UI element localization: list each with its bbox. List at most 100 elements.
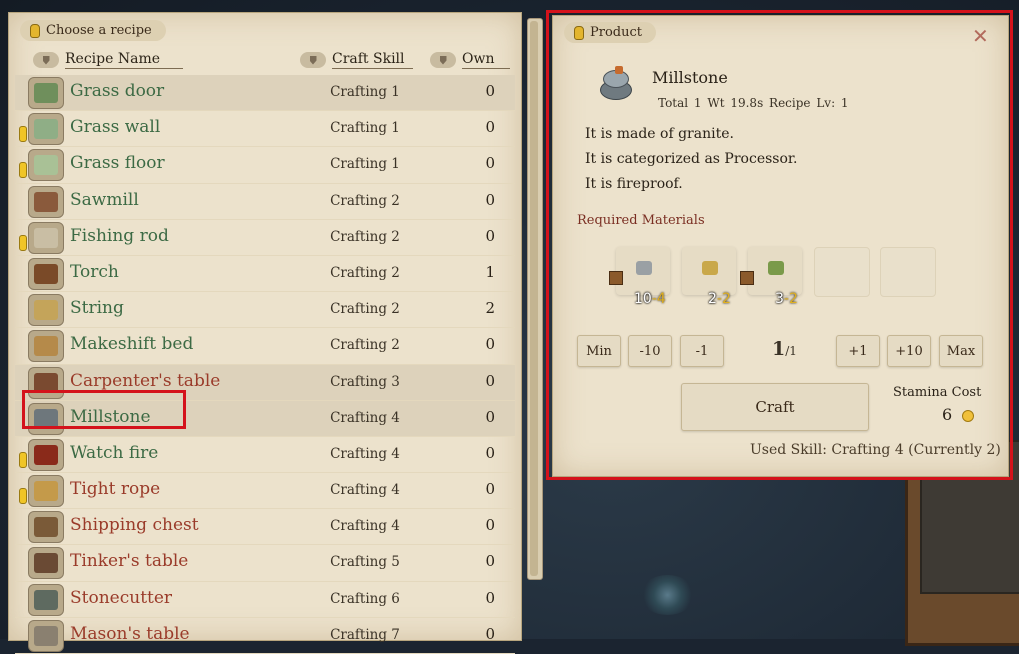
plus-10-button[interactable]: +10 (887, 335, 931, 367)
recipe-own-count: 0 (485, 226, 495, 245)
recipe-name: Watch fire (70, 442, 159, 463)
product-description-line: It is made of granite. (585, 126, 734, 142)
recipe-name: Sawmill (70, 189, 139, 210)
craft-button[interactable]: Craft (681, 383, 869, 431)
recipe-skill: Crafting 2 (330, 301, 400, 318)
max-button[interactable]: Max (939, 335, 983, 367)
material-slot[interactable] (616, 247, 670, 295)
recipe-skill: Crafting 1 (330, 156, 400, 173)
recipe-row[interactable]: Carpenter's table Crafting 3 0 (15, 364, 515, 401)
product-meta: Total 1 Wt 19.8s Recipe Lv: 1 (658, 96, 849, 110)
column-craft-skill[interactable]: Craft Skill (300, 51, 413, 69)
minus-1-button[interactable]: -1 (680, 335, 724, 367)
lightbulb-icon (574, 25, 584, 40)
recipe-name: Grass wall (70, 117, 161, 138)
shipping-chest-icon (28, 511, 64, 544)
alert-icon (19, 234, 27, 251)
close-icon[interactable]: ✕ (972, 24, 989, 48)
recipe-row[interactable]: Grass door Crafting 1 0 (15, 75, 515, 112)
column-own[interactable]: Own (430, 51, 510, 69)
recipe-name: Tinker's table (70, 551, 189, 572)
recipe-own-count: 0 (485, 443, 495, 462)
sort-icon[interactable] (33, 52, 59, 68)
recipe-skill: Crafting 4 (330, 409, 400, 426)
product-panel-title: Product (590, 25, 642, 40)
recipe-skill: Crafting 7 (330, 626, 400, 643)
recipe-row[interactable]: Tinker's table Crafting 5 0 (15, 545, 515, 582)
recipe-row[interactable]: String Crafting 2 2 (15, 292, 515, 329)
plus-1-button[interactable]: +1 (836, 335, 880, 367)
material-slot-empty (814, 247, 870, 297)
millstone-icon (597, 66, 633, 102)
used-skill-text: Used Skill: Crafting 4 (Currently 2) (750, 442, 1001, 458)
recipe-name: Mason's table (70, 623, 190, 644)
recipe-row[interactable]: Makeshift bed Crafting 2 0 (15, 328, 515, 365)
recipe-own-count: 0 (485, 371, 495, 390)
recipe-list: Grass door Crafting 1 0 Grass wall Crafting … (15, 75, 515, 654)
twig-icon (768, 261, 784, 275)
product-panel-tab: Product (564, 22, 656, 43)
recipe-skill: Crafting 4 (330, 518, 400, 535)
scrollbar-thumb[interactable] (530, 21, 538, 576)
recipe-name: Stonecutter (70, 587, 173, 608)
stamina-cost-value: 6 (942, 405, 953, 424)
makeshift-bed-icon (28, 330, 64, 363)
material-slot[interactable] (682, 247, 736, 295)
alert-icon (19, 451, 27, 468)
material-slot-empty (880, 247, 936, 297)
recipe-name: Makeshift bed (70, 334, 194, 355)
required-materials-title: Required Materials (577, 213, 705, 228)
recipe-skill: Crafting 3 (330, 373, 400, 390)
storage-box-icon (740, 271, 754, 285)
recipe-skill: Crafting 5 (330, 554, 400, 571)
masons-table-icon (28, 619, 64, 652)
recipe-own-count: 0 (485, 190, 495, 209)
recipe-own-count: 0 (485, 516, 495, 535)
recipe-row[interactable]: Shipping chest Crafting 4 0 (15, 509, 515, 546)
alert-icon (19, 162, 27, 179)
material-slot[interactable] (748, 247, 802, 295)
recipe-row[interactable]: Tight rope Crafting 4 0 (15, 473, 515, 510)
recipe-row[interactable]: Millstone Crafting 4 0 (15, 400, 515, 437)
storage-box-icon (609, 271, 623, 285)
recipe-own-count: 0 (485, 335, 495, 354)
grass-wall-icon (28, 113, 64, 146)
column-recipe-name[interactable]: Recipe Name (33, 51, 183, 69)
recipe-row[interactable]: Torch Crafting 2 1 (15, 256, 515, 293)
recipe-row[interactable]: Sawmill Crafting 2 0 (15, 184, 515, 220)
product-description-line: It is categorized as Processor. (585, 151, 798, 167)
recipe-own-count: 1 (485, 262, 495, 281)
recipe-own-count: 0 (485, 118, 495, 137)
recipe-skill: Crafting 2 (330, 228, 400, 245)
carpenters-table-icon (28, 366, 64, 399)
recipe-name: Shipping chest (70, 515, 199, 536)
min-button[interactable]: Min (577, 335, 621, 367)
sort-icon[interactable] (300, 52, 326, 68)
sort-icon[interactable] (430, 52, 456, 68)
recipe-row[interactable]: Grass floor Crafting 1 0 (15, 147, 515, 184)
minus-10-button[interactable]: -10 (628, 335, 672, 367)
granite-icon (636, 261, 652, 275)
tinkers-table-icon (28, 547, 64, 580)
tight-rope-icon (28, 475, 64, 508)
sawmill-icon (28, 185, 64, 218)
recipe-name: Grass floor (70, 153, 165, 174)
recipe-skill: Crafting 1 (330, 84, 400, 100)
recipe-skill: Crafting 2 (330, 264, 400, 281)
recipe-panel-title: Choose a recipe (46, 23, 152, 38)
recipe-own-count: 0 (485, 552, 495, 571)
recipe-own-count: 0 (485, 588, 495, 607)
recipe-row[interactable]: Grass wall Crafting 1 0 (15, 111, 515, 148)
recipe-own-count: 0 (485, 624, 495, 643)
recipe-skill: Crafting 4 (330, 445, 400, 462)
string-icon (702, 261, 718, 275)
recipe-skill: Crafting 2 (330, 337, 400, 354)
recipe-name: Fishing rod (70, 225, 169, 246)
recipe-row[interactable]: Watch fire Crafting 4 0 (15, 437, 515, 474)
recipe-skill: Crafting 2 (330, 192, 400, 209)
recipe-list-scrollbar[interactable] (527, 18, 543, 580)
recipe-row[interactable]: Stonecutter Crafting 6 0 (15, 582, 515, 618)
product-description-line: It is fireproof. (585, 176, 683, 192)
recipe-row[interactable]: Mason's table Crafting 7 0 (15, 618, 515, 654)
recipe-row[interactable]: Fishing rod Crafting 2 0 (15, 220, 515, 256)
